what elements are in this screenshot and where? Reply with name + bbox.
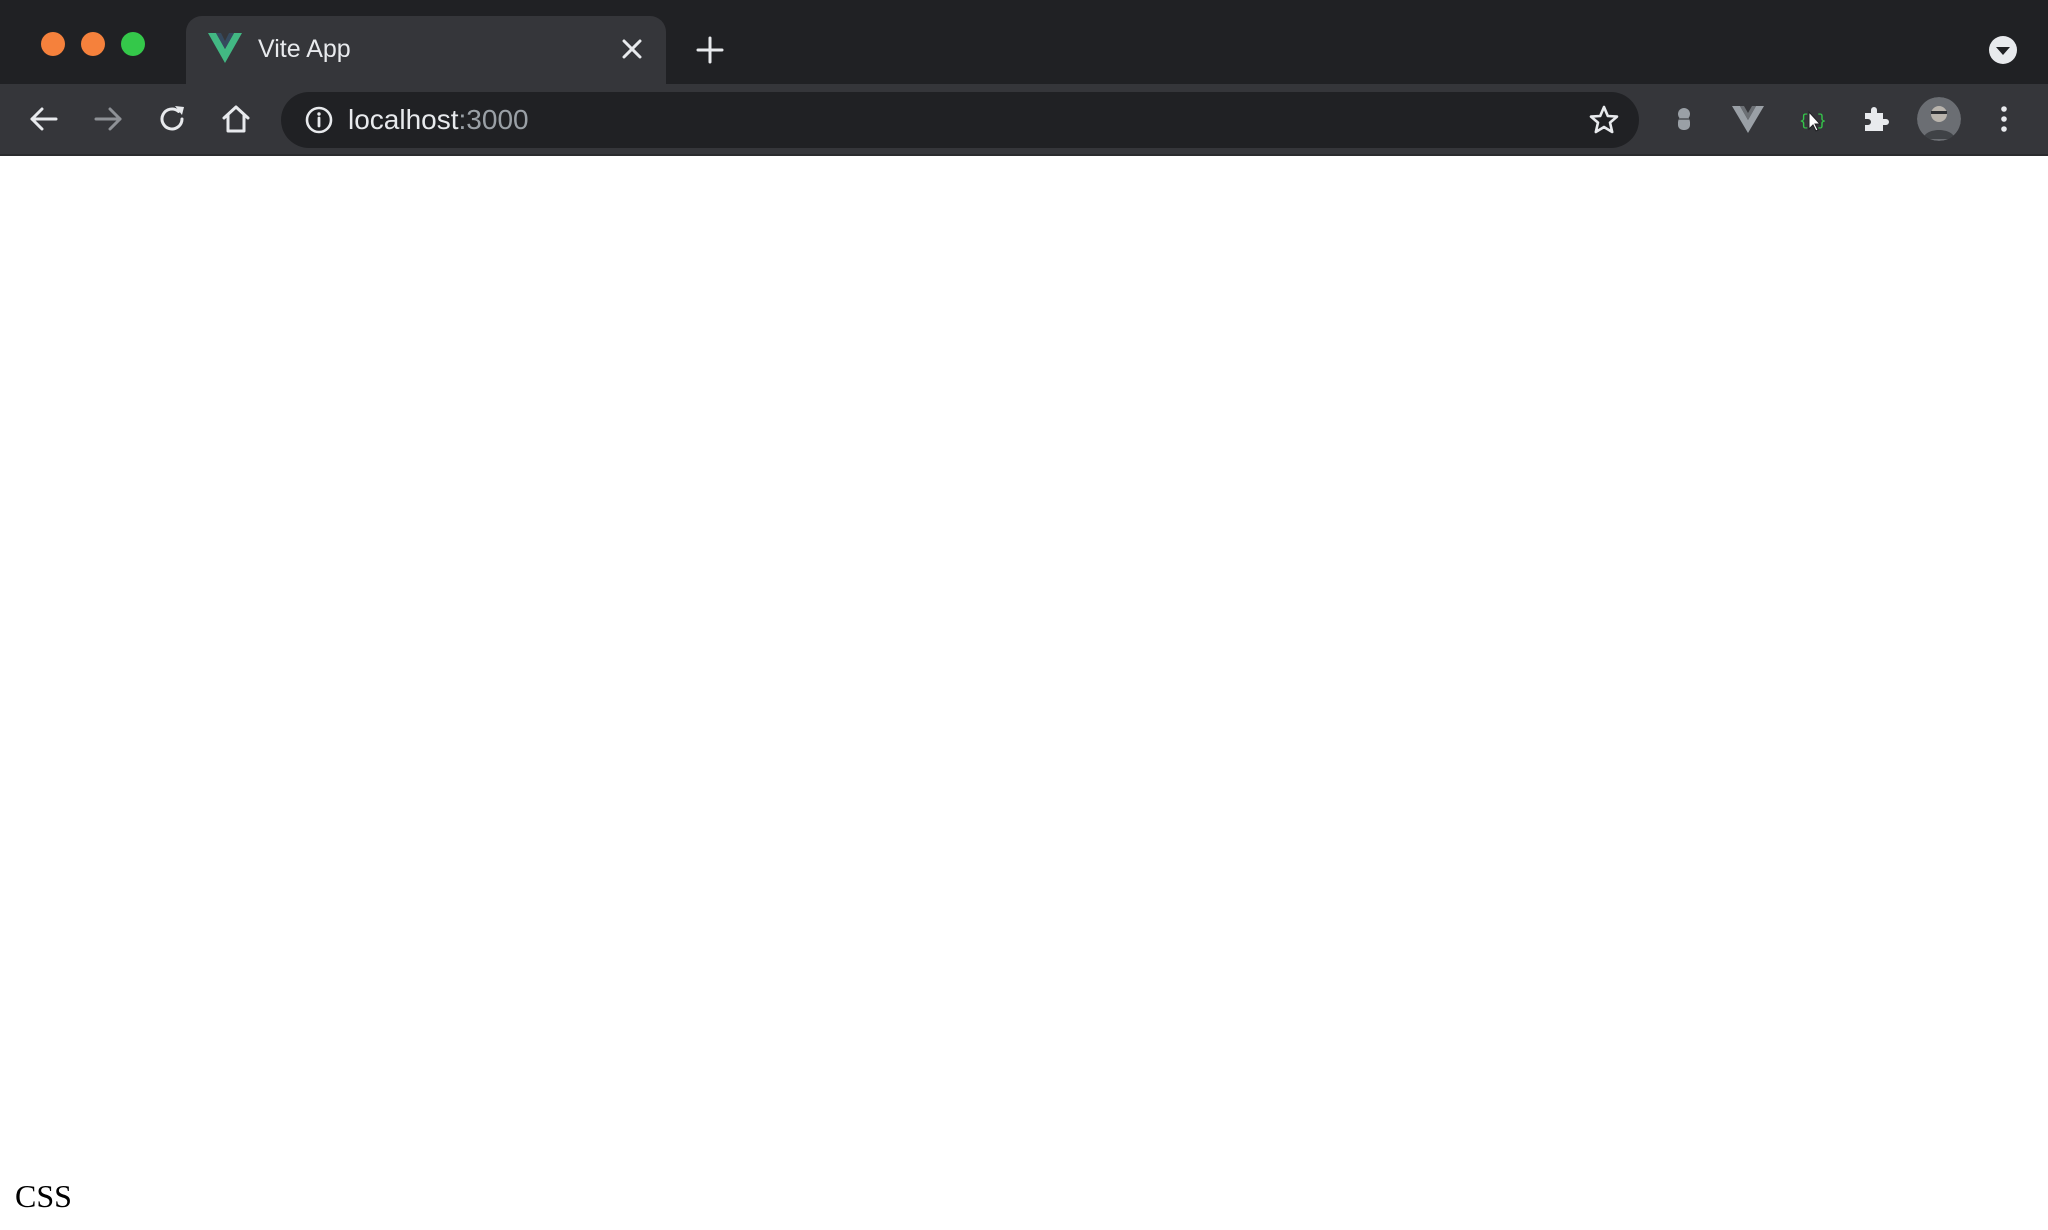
star-icon[interactable] [1587,103,1621,137]
kebab-menu-icon[interactable] [1987,102,2021,136]
address-bar[interactable]: localhost:3000 [281,92,1639,148]
page-viewport: CSS [0,156,2048,1230]
css-selector-extension-icon[interactable]: { } [1795,102,1829,136]
url-port: :3000 [458,104,529,135]
extension-ghost-icon[interactable] [1667,102,1701,136]
active-tab[interactable]: Vite App [186,16,666,84]
new-tab-icon[interactable] [694,34,726,66]
tab-strip: Vite App [0,0,2048,84]
minimize-window-button[interactable] [81,32,105,56]
puzzle-icon[interactable] [1859,102,1893,136]
home-icon[interactable] [219,102,253,136]
browser-window: Vite App localhost:3000 {} CSS [0,0,2048,1230]
back-arrow-icon[interactable] [27,102,61,136]
profile-avatar-icon [1917,97,1961,141]
forward-arrow-icon[interactable] [91,102,125,136]
tab-search-dropdown-icon[interactable] [1988,35,2018,65]
svg-text:}: } [1817,112,1827,130]
vue-logo-icon [208,33,242,63]
close-tab-icon[interactable] [619,36,645,62]
maximize-window-button[interactable] [121,32,145,56]
vue-devtools-icon[interactable] [1731,102,1765,136]
avatar[interactable] [1917,97,1961,141]
svg-text:{: { [1799,112,1809,130]
reload-icon[interactable] [155,102,189,136]
url-text: localhost:3000 [348,103,529,137]
site-info-icon[interactable] [303,104,335,136]
tab-title: Vite App [258,35,351,63]
url-host: localhost [348,104,459,135]
close-window-button[interactable] [41,32,65,56]
toolbar: localhost:3000 { } [0,84,2048,156]
page-text: CSS [15,1178,72,1214]
